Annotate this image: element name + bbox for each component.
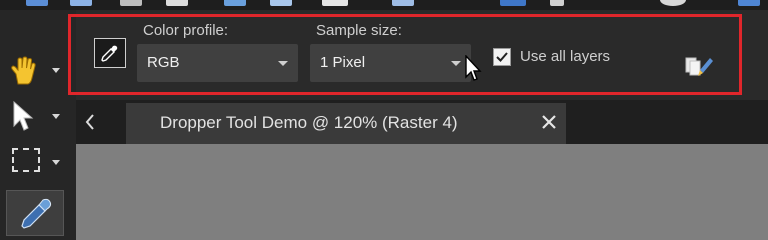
chevron-down-icon[interactable] [52,114,60,119]
toolbar-icon[interactable] [322,0,348,6]
eyedropper-icon [19,197,53,236]
toolbar-icon[interactable] [550,0,564,6]
toolbar-icon[interactable] [224,0,246,6]
close-icon[interactable] [540,113,558,131]
chevron-down-icon[interactable] [52,68,60,73]
document-tab[interactable]: Dropper Tool Demo @ 120% (Raster 4) [126,103,566,144]
pan-tool-button[interactable] [6,50,64,92]
toolbar-icon[interactable] [26,0,48,6]
top-toolbar-strip [0,0,768,10]
dropper-tool-button[interactable] [6,190,64,236]
options-highlight-box [68,14,742,95]
image-canvas[interactable] [76,144,768,240]
toolbar-icon[interactable] [500,0,526,6]
document-tab-title: Dropper Tool Demo @ 120% (Raster 4) [160,113,458,132]
pick-tool-button[interactable] [6,96,64,138]
marquee-selection-icon [12,148,40,172]
toolbar-icon[interactable] [270,0,292,6]
hand-icon [10,56,38,91]
toolbar-icon[interactable] [738,0,760,6]
chevron-left-icon [85,114,94,130]
selection-tool-button[interactable] [6,142,64,184]
toolbar-icon[interactable] [70,0,92,6]
toolbar-icon[interactable] [120,0,142,6]
chevron-down-icon[interactable] [52,160,60,165]
toolbar-icon[interactable] [392,0,414,6]
arrow-pointer-icon [12,100,38,137]
tab-scroll-left-button[interactable] [76,100,104,144]
toolbar-icon[interactable] [660,0,686,6]
toolbar-icon[interactable] [166,0,188,6]
